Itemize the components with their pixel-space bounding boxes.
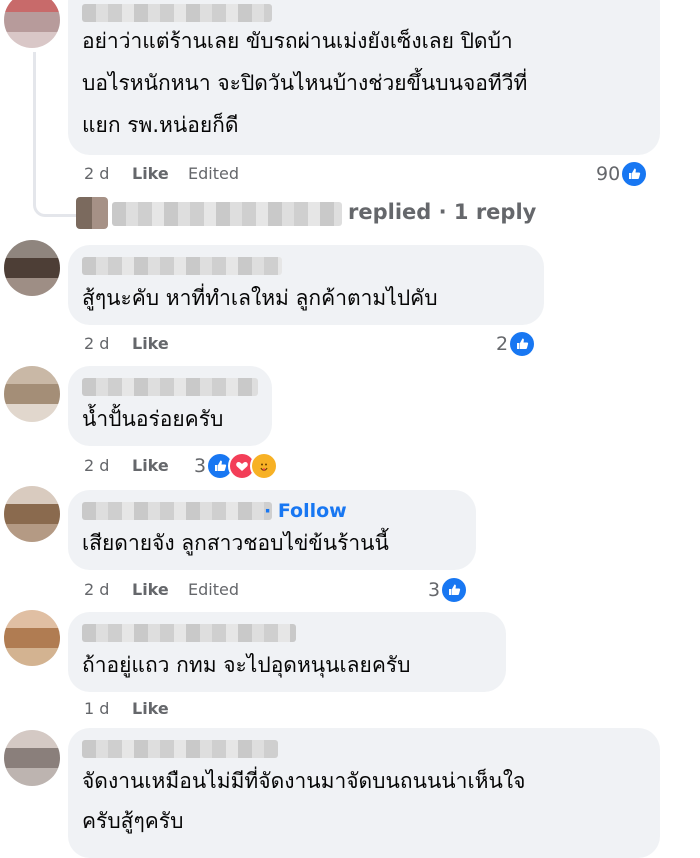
reaction-count: 3 [194,455,207,477]
edited-label[interactable]: Edited [188,164,239,183]
comment-text-line: ครับสู้ๆครับ [82,809,184,833]
blurred-author-name[interactable] [82,740,278,758]
comment-text-line: แยก รพ.หน่อยก็ดี [82,113,239,137]
reply-connector [33,200,76,217]
comment-bubble: น้ำปั้นอร่อยครับ [68,366,272,446]
like-reaction-icon [508,330,537,358]
comment-text-line: ถ้าอยู่แถว กทม จะไปอุดหนุนเลยครับ [82,653,411,677]
blurred-reply-author [112,202,342,226]
reply-avatar [76,197,108,229]
blurred-author-name[interactable] [82,378,258,396]
comment-text-line: เสียดายจัง ลูกสาวชอบไข่ข้นร้านนี้ [82,531,389,555]
edited-label[interactable]: Edited [188,580,239,599]
avatar[interactable] [4,0,60,48]
avatar[interactable] [4,610,60,666]
timestamp[interactable]: 2 d [84,456,132,475]
comment-text-line: สู้ๆนะคับ หาที่ทำเลใหม่ ลูกค้าตามไปคับ [82,286,438,310]
follow-button[interactable]: · Follow [264,500,347,522]
reaction-summary[interactable]: 3 [194,452,279,480]
reaction-summary[interactable]: 3 [428,576,469,604]
comment-text-line: อย่าว่าแต่ร้านเลย ขับรถผ่านเม่งยังเซ็งเล… [82,29,513,53]
timestamp[interactable]: 2 d [84,580,132,599]
avatar[interactable] [4,240,60,296]
like-reaction-icon [440,576,469,604]
care-reaction-icon [250,452,279,480]
blurred-author-name[interactable] [82,257,282,275]
like-button[interactable]: Like [132,164,188,183]
like-button[interactable]: Like [132,456,169,475]
comment-bubble: สู้ๆนะคับ หาที่ทำเลใหม่ ลูกค้าตามไปคับ [68,245,544,325]
avatar[interactable] [4,486,60,542]
avatar[interactable] [4,730,60,786]
like-reaction-icon [620,160,649,188]
thread-line [33,52,36,202]
like-button[interactable]: Like [132,580,188,599]
reaction-summary[interactable]: 2 [496,330,537,358]
timestamp[interactable]: 2 d [84,164,132,183]
comment-bubble: อย่าว่าแต่ร้านเลย ขับรถผ่านเม่งยังเซ็งเล… [68,0,660,155]
avatar[interactable] [4,366,60,422]
comment-text-line: จัดงานเหมือนไม่มีที่จัดงานมาจัดบนถนนน่าเ… [82,769,526,793]
blurred-author-name[interactable] [82,624,296,642]
reaction-count: 3 [428,579,441,601]
blurred-author-name[interactable] [82,502,272,520]
comment-bubble: · Follow เสียดายจัง ลูกสาวชอบไข่ข้นร้านน… [68,490,476,570]
comment-bubble: ถ้าอยู่แถว กทม จะไปอุดหนุนเลยครับ [68,612,506,692]
comment-text-line: บอไรหนักหนา จะปิดวันไหนบ้างช่วยขึ้นบนจอท… [82,71,528,95]
comment-text-line: น้ำปั้นอร่อยครับ [82,407,224,431]
reaction-count: 2 [496,333,509,355]
reaction-count: 90 [596,163,621,185]
reply-link[interactable]: replied · 1 reply [348,200,536,224]
timestamp[interactable]: 1 d [84,699,132,718]
timestamp[interactable]: 2 d [84,334,132,353]
reaction-summary[interactable]: 90 [596,160,649,188]
like-button[interactable]: Like [132,334,169,353]
like-button[interactable]: Like [132,699,169,718]
